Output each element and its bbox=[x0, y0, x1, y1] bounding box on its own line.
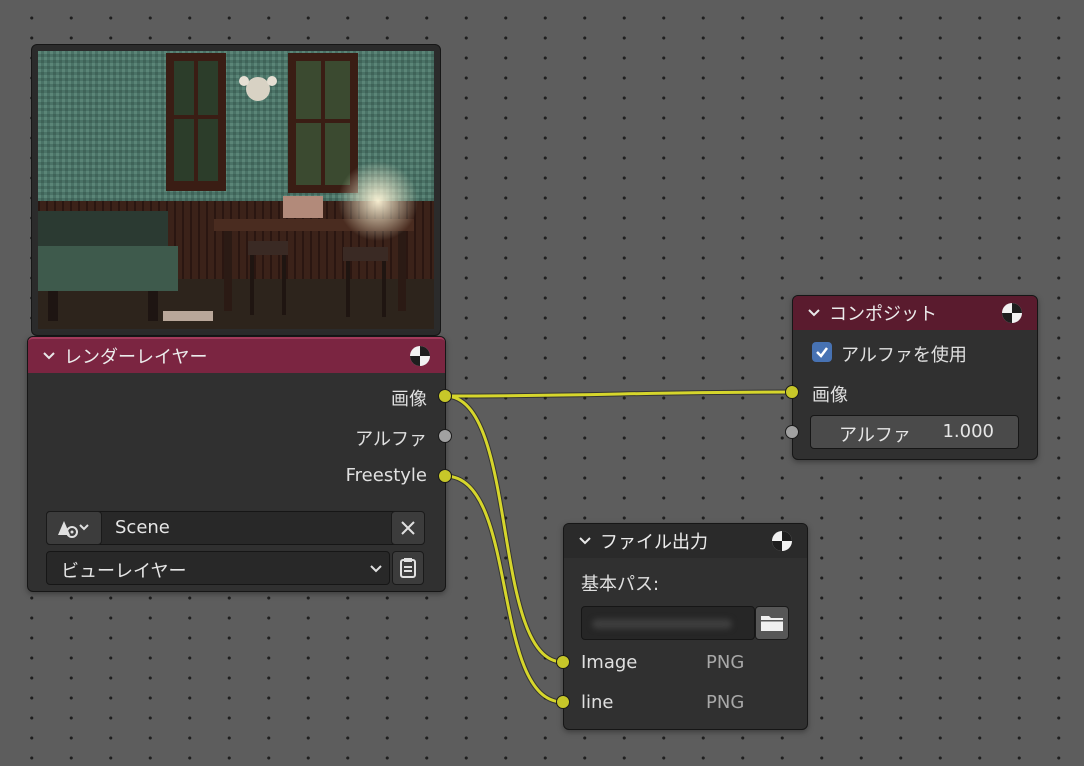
view-layer-name: ビューレイヤー bbox=[61, 561, 187, 582]
socket-in-composite-image[interactable] bbox=[785, 385, 799, 399]
view-layer-dropdown[interactable]: ビューレイヤー bbox=[46, 551, 390, 585]
link-image-to-composite bbox=[444, 390, 794, 398]
composite-node[interactable]: コンポジット アルファを使用 画像 アルファ 1.000 bbox=[792, 295, 1038, 460]
base-path-label: 基本パス: bbox=[581, 574, 660, 595]
checkmark-icon bbox=[816, 347, 828, 358]
alpha-value-field[interactable]: アルファ 1.000 bbox=[810, 415, 1019, 449]
file-output-header[interactable]: ファイル出力 bbox=[564, 524, 807, 558]
preview-toggle-icon[interactable] bbox=[409, 345, 431, 367]
input-label-line: line bbox=[581, 692, 614, 713]
socket-out-image[interactable] bbox=[438, 389, 452, 403]
chevron-down-icon[interactable] bbox=[42, 349, 56, 363]
composite-header[interactable]: コンポジット bbox=[793, 296, 1037, 330]
scene-clear-button[interactable] bbox=[391, 511, 425, 545]
base-path-value-blurred bbox=[592, 619, 732, 629]
alpha-field-label: アルファ bbox=[839, 425, 911, 446]
socket-out-freestyle[interactable] bbox=[438, 469, 452, 483]
render-layers-title: レンダーレイヤー bbox=[64, 347, 208, 368]
scene-name[interactable]: Scene bbox=[115, 517, 170, 538]
link-image-to-file-output bbox=[444, 394, 564, 664]
render-layers-node[interactable]: レンダーレイヤー 画像 アルファ Freestyle Scene ビューレイヤー bbox=[27, 336, 446, 592]
socket-in-file-line[interactable] bbox=[556, 695, 570, 709]
scene-selector[interactable]: Scene bbox=[46, 511, 425, 545]
use-alpha-checkbox[interactable] bbox=[812, 342, 832, 362]
composite-title: コンポジット bbox=[829, 304, 937, 325]
render-preview-image bbox=[38, 51, 434, 329]
socket-in-composite-alpha[interactable] bbox=[785, 425, 799, 439]
chevron-down-icon[interactable] bbox=[578, 534, 592, 548]
chevron-down-icon[interactable] bbox=[807, 306, 821, 320]
scene-browse-button[interactable] bbox=[46, 511, 102, 545]
file-output-node[interactable]: ファイル出力 基本パス: Image PNG line PNG bbox=[563, 523, 808, 730]
base-path-field[interactable] bbox=[581, 606, 755, 640]
input-format-line: PNG bbox=[706, 692, 745, 713]
alpha-field-value: 1.000 bbox=[942, 421, 994, 442]
output-label-image: 画像 bbox=[391, 389, 427, 410]
socket-out-alpha[interactable] bbox=[438, 429, 452, 443]
preview-toggle-icon[interactable] bbox=[771, 530, 793, 552]
use-alpha-label[interactable]: アルファを使用 bbox=[841, 341, 967, 367]
folder-icon bbox=[761, 616, 783, 631]
input-label-image: 画像 bbox=[812, 385, 848, 406]
output-label-freestyle: Freestyle bbox=[345, 465, 427, 486]
preview-toggle-icon[interactable] bbox=[1001, 302, 1023, 324]
clipboard-icon bbox=[400, 558, 416, 578]
chevron-down-icon bbox=[370, 565, 382, 573]
view-layer-copy-button[interactable] bbox=[392, 551, 424, 585]
file-output-title: ファイル出力 bbox=[600, 532, 708, 553]
input-format-image: PNG bbox=[706, 652, 745, 673]
input-label-image: Image bbox=[581, 652, 638, 673]
render-layers-header[interactable]: レンダーレイヤー bbox=[28, 337, 445, 373]
scene-icon bbox=[58, 521, 89, 538]
render-preview bbox=[31, 44, 441, 336]
browse-folder-button[interactable] bbox=[755, 606, 789, 640]
close-icon bbox=[401, 521, 415, 535]
link-freestyle-to-file-output bbox=[444, 474, 564, 704]
output-label-alpha: アルファ bbox=[355, 429, 427, 450]
socket-in-file-image[interactable] bbox=[556, 655, 570, 669]
